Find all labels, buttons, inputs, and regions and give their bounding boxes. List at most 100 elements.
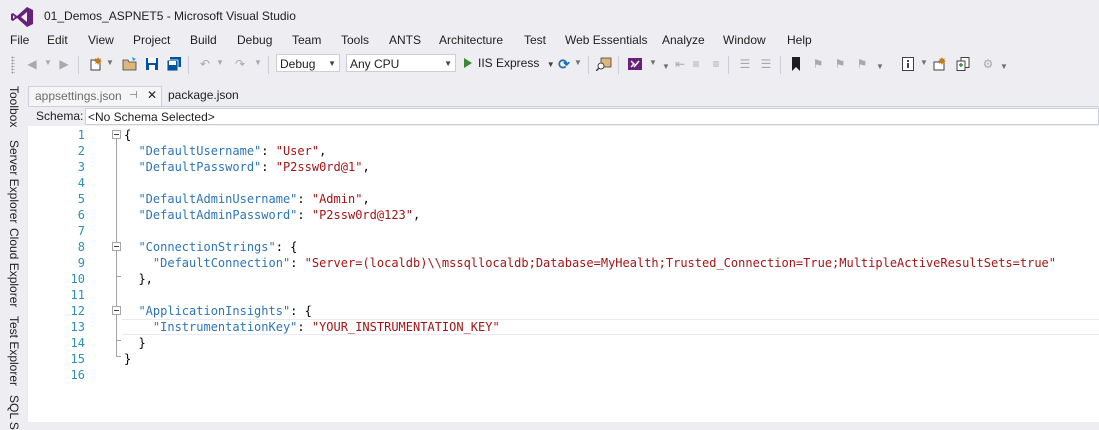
- line-number: 5: [77, 192, 85, 206]
- schema-select[interactable]: <No Schema Selected>: [85, 108, 1099, 125]
- json-punctuation: [124, 240, 138, 254]
- schema-value: <No Schema Selected>: [88, 110, 215, 124]
- menu-view[interactable]: View: [88, 33, 114, 47]
- json-punctuation: }: [124, 336, 146, 350]
- code-line[interactable]: 11: [28, 287, 1099, 303]
- json-punctuation: ,: [362, 160, 370, 174]
- json-key: "DefaultAdminPassword": [138, 208, 298, 222]
- undo-icon[interactable]: ↶: [197, 56, 213, 72]
- document-tab-strip: appsettings.json ⊣ ✕ package.json: [28, 86, 1099, 106]
- menu-team[interactable]: Team: [292, 33, 321, 47]
- code-line[interactable]: 16: [28, 367, 1099, 383]
- menu-file[interactable]: File: [10, 33, 29, 47]
- code-line[interactable]: 12 "ApplicationInsights": {: [28, 303, 1099, 319]
- menu-help[interactable]: Help: [787, 33, 812, 47]
- tab-appsettings-json[interactable]: appsettings.json ⊣ ✕: [28, 86, 162, 106]
- close-icon[interactable]: ✕: [147, 88, 157, 102]
- code-text: "DefaultAdminUsername": "Admin",: [124, 191, 370, 207]
- json-punctuation: }: [124, 352, 132, 366]
- menu-test[interactable]: Test: [524, 33, 546, 47]
- json-punctuation: [124, 256, 153, 270]
- tab-package-json[interactable]: package.json: [168, 88, 239, 102]
- navigate-back-icon[interactable]: ◀: [24, 56, 40, 72]
- menu-window[interactable]: Window: [723, 33, 766, 47]
- play-icon: [464, 58, 472, 68]
- code-line[interactable]: 1{: [28, 127, 1099, 143]
- back-dropdown-icon[interactable]: ▼: [44, 58, 52, 67]
- code-line[interactable]: 13 "InstrumentationKey": "YOUR_INSTRUMEN…: [28, 319, 1099, 335]
- menu-analyze[interactable]: Analyze: [662, 33, 705, 47]
- pin-icon[interactable]: ⊣: [129, 90, 138, 101]
- menu-debug[interactable]: Debug: [237, 33, 272, 47]
- window-title: 01_Demos_ASPNET5 - Microsoft Visual Stud…: [44, 9, 296, 23]
- chevron-down-icon: ▼: [328, 59, 336, 68]
- code-text: }: [124, 351, 131, 367]
- json-punctuation: [124, 192, 138, 206]
- menu-architecture[interactable]: Architecture: [439, 33, 503, 47]
- json-string: "YOUR_INSTRUMENTATION_KEY": [311, 320, 500, 334]
- code-line[interactable]: 2 "DefaultUsername": "User",: [28, 143, 1099, 159]
- save-all-icon[interactable]: [166, 56, 182, 72]
- schema-bar: Schema: <No Schema Selected>: [28, 107, 1099, 126]
- code-line[interactable]: 5 "DefaultAdminUsername": "Admin",: [28, 191, 1099, 207]
- start-debugging-button[interactable]: IIS Express ▼: [464, 56, 555, 74]
- code-line[interactable]: 10 },: [28, 271, 1099, 287]
- json-punctuation: ,: [319, 144, 327, 158]
- line-number: 16: [70, 368, 85, 382]
- code-text: "ConnectionStrings": {: [124, 239, 297, 255]
- json-key: "DefaultPassword": [138, 160, 262, 174]
- json-punctuation: [124, 304, 138, 318]
- line-number: 1: [77, 128, 85, 142]
- toolbox-tab[interactable]: Toolbox: [7, 86, 21, 127]
- toolbar-grip[interactable]: [11, 56, 15, 74]
- code-line[interactable]: 8 "ConnectionStrings": {: [28, 239, 1099, 255]
- new-dropdown-icon[interactable]: ▼: [106, 58, 114, 67]
- code-line[interactable]: 15}: [28, 351, 1099, 367]
- json-punctuation: ,: [362, 192, 370, 206]
- line-number: 11: [70, 288, 85, 302]
- code-text: "DefaultPassword": "P2ssw0rd@1",: [124, 159, 370, 175]
- menu-web-essentials[interactable]: Web Essentials: [565, 33, 647, 47]
- sql-server-object-explorer-tab[interactable]: SQL S: [7, 395, 21, 430]
- code-line[interactable]: 9 "DefaultConnection": "Server=(localdb)…: [28, 255, 1099, 271]
- json-punctuation: : {: [275, 240, 298, 254]
- solution-configuration-value: Debug: [280, 57, 316, 71]
- new-project-icon[interactable]: [88, 56, 104, 72]
- solution-platform-select[interactable]: Any CPU ▼: [346, 54, 456, 72]
- redo-icon[interactable]: ↷: [232, 56, 248, 72]
- open-file-icon[interactable]: [122, 56, 138, 72]
- solution-configuration-select[interactable]: Debug ▼: [276, 54, 340, 72]
- json-key: "ConnectionStrings": [138, 240, 276, 254]
- navigate-forward-icon[interactable]: ▶: [56, 56, 72, 72]
- code-editor[interactable]: 1{2 "DefaultUsername": "User", 3 "Default…: [28, 126, 1099, 422]
- line-number: 10: [70, 272, 85, 286]
- json-punctuation: : {: [290, 304, 312, 318]
- json-punctuation: [124, 160, 138, 174]
- solution-platform-value: Any CPU: [350, 57, 400, 71]
- line-number: 14: [70, 336, 85, 350]
- cloud-explorer-tab[interactable]: Cloud Explorer: [7, 228, 21, 307]
- code-line[interactable]: 7: [28, 223, 1099, 239]
- code-line[interactable]: 14 }: [28, 335, 1099, 351]
- code-line[interactable]: 3 "DefaultPassword": "P2ssw0rd@1",: [28, 159, 1099, 175]
- run-target-dropdown-icon[interactable]: ▼: [547, 60, 555, 69]
- menu-build[interactable]: Build: [190, 33, 217, 47]
- menu-project[interactable]: Project: [133, 33, 170, 47]
- test-explorer-tab[interactable]: Test Explorer: [7, 316, 21, 386]
- menu-ants[interactable]: ANTS: [389, 33, 421, 47]
- menu-tools[interactable]: Tools: [341, 33, 369, 47]
- code-line[interactable]: 6 "DefaultAdminPassword": "P2ssw0rd@123"…: [28, 207, 1099, 223]
- json-key: "DefaultAdminUsername": [138, 192, 298, 206]
- redo-dropdown-icon[interactable]: ▼: [254, 58, 262, 67]
- json-key: "InstrumentationKey": [152, 320, 298, 334]
- title-bar: 01_Demos_ASPNET5 - Microsoft Visual Stud…: [0, 0, 1099, 32]
- json-string: "P2ssw0rd@1": [275, 160, 363, 174]
- undo-dropdown-icon[interactable]: ▼: [216, 58, 224, 67]
- server-explorer-tab[interactable]: Server Explorer: [7, 140, 21, 223]
- line-number: 7: [77, 224, 85, 238]
- menu-edit[interactable]: Edit: [47, 33, 68, 47]
- json-string: "Server=(localdb)\\mssqllocaldb;Database…: [304, 256, 1056, 270]
- line-number: 8: [77, 240, 85, 254]
- save-icon[interactable]: [144, 56, 160, 72]
- code-line[interactable]: 4: [28, 175, 1099, 191]
